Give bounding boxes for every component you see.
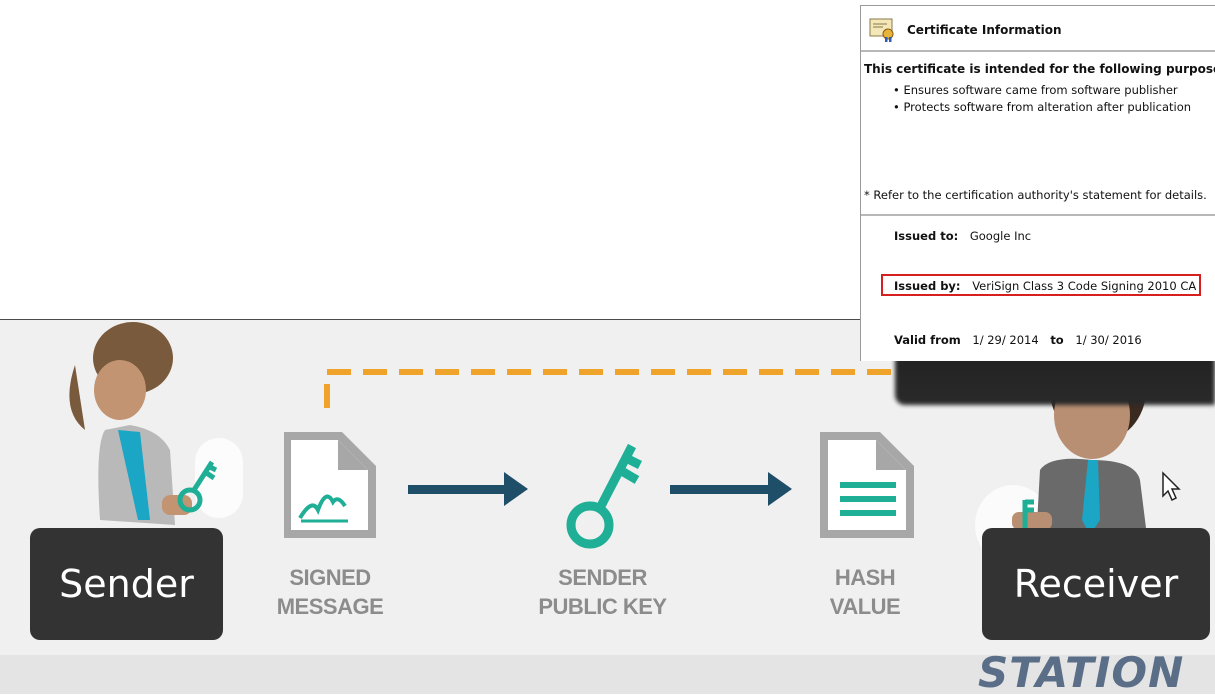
issued-by-value: VeriSign Class 3 Code Signing 2010 CA <box>972 279 1197 293</box>
issued-by-highlight: Issued by: VeriSign Class 3 Code Signing… <box>881 274 1201 296</box>
receiver-label: Receiver <box>982 528 1210 640</box>
valid-row: Valid from 1/ 29/ 2014 to 1/ 30/ 2016 <box>894 333 1142 347</box>
valid-from-label: Valid from <box>894 333 961 347</box>
purpose-heading: This certificate is intended for the fol… <box>864 62 1215 76</box>
arrow-2 <box>670 472 792 506</box>
purpose-item: • Ensures software came from software pu… <box>893 83 1178 97</box>
caption-line: PUBLIC KEY <box>538 594 667 619</box>
sender-label: Sender <box>30 528 223 640</box>
station-watermark: STATION <box>978 648 1185 697</box>
issued-to-value: Google Inc <box>969 229 1032 243</box>
certificate-note: * Refer to the certification authority's… <box>864 188 1207 202</box>
valid-to-value: 1/ 30/ 2016 <box>1075 333 1142 347</box>
certificate-icon <box>869 18 894 42</box>
mouse-cursor-icon <box>1162 471 1181 502</box>
valid-to-label: to <box>1050 333 1064 347</box>
sender-figure <box>69 322 243 525</box>
certificate-separator <box>861 214 1215 216</box>
caption-line: MESSAGE <box>276 594 384 619</box>
valid-from-value: 1/ 29/ 2014 <box>972 333 1039 347</box>
certificate-title: Certificate Information <box>907 23 1062 37</box>
issued-by-label: Issued by: <box>894 279 961 293</box>
certificate-separator <box>861 50 1215 52</box>
issued-by-row: Issued by: VeriSign Class 3 Code Signing… <box>894 279 1196 293</box>
issued-to-row: Issued to: Google Inc <box>894 229 1031 243</box>
caption-line: HASH <box>834 565 896 590</box>
certificate-panel: Certificate Information This certificate… <box>860 5 1215 361</box>
public-key-caption: SENDER PUBLIC KEY <box>520 563 685 621</box>
hash-value-caption: HASH VALUE <box>800 563 930 621</box>
signed-document-icon <box>284 432 376 538</box>
caption-line: SIGNED <box>289 565 371 590</box>
public-key-icon <box>566 443 643 549</box>
hash-document-icon <box>820 432 914 538</box>
signed-message-caption: SIGNED MESSAGE <box>260 563 400 621</box>
arrow-1 <box>408 472 528 506</box>
caption-line: VALUE <box>829 594 901 619</box>
caption-line: SENDER <box>558 565 647 590</box>
issued-to-label: Issued to: <box>894 229 959 243</box>
purpose-item: • Protects software from alteration afte… <box>893 100 1192 114</box>
